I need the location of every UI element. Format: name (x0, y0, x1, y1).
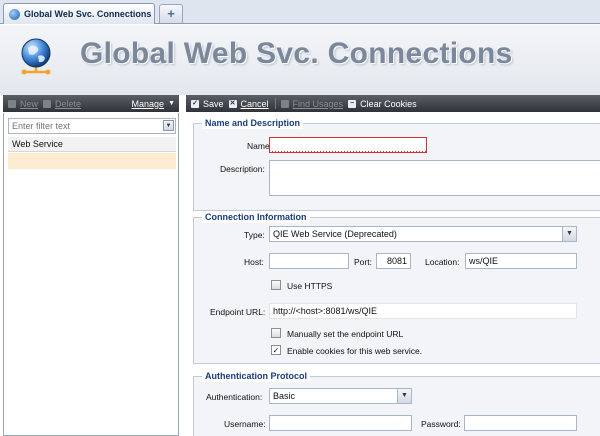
username-field[interactable] (269, 415, 412, 431)
password-field[interactable] (464, 415, 577, 431)
right-toolbar: ✓ Save ✕ Cancel Find Usages − Clear Cook… (186, 95, 600, 112)
new-button[interactable]: New (8, 99, 38, 109)
tab-strip: Global Web Svc. Connections + (0, 0, 600, 24)
tab-global-web-svc-connections[interactable]: Global Web Svc. Connections (3, 3, 155, 24)
delete-button-label: Delete (55, 98, 82, 109)
username-label: Username: (224, 419, 266, 429)
manage-button-label: Manage (131, 98, 165, 109)
name-field[interactable] (269, 137, 427, 153)
type-select-value: QIE Web Service (Deprecated) (273, 229, 397, 239)
host-label: Host: (244, 257, 264, 267)
minus-icon: − (348, 99, 357, 108)
fieldset-legend: Connection Information (202, 212, 310, 223)
enable-cookies-checkbox[interactable]: ✓ (271, 345, 281, 355)
endpoint-url-value: http://<host>:8081/ws/QIE (269, 303, 577, 319)
enable-cookies-label: Enable cookies for this web service. (287, 346, 423, 356)
manual-endpoint-checkbox[interactable] (271, 328, 281, 338)
save-button-label: Save (203, 98, 224, 109)
list-item[interactable] (8, 153, 176, 169)
description-field[interactable] (269, 160, 600, 196)
chevron-down-icon: ▼ (168, 100, 175, 107)
find-usages-label: Find Usages (292, 98, 344, 109)
description-label: Description: (220, 164, 265, 174)
cancel-button[interactable]: ✕ Cancel (228, 98, 269, 109)
x-icon: ✕ (228, 99, 237, 108)
location-label: Location: (425, 257, 460, 267)
connection-information-fieldset: Connection Information Type: QIE Web Ser… (193, 212, 600, 364)
delete-icon (43, 99, 52, 108)
password-label: Password: (421, 419, 461, 429)
add-icon (8, 99, 16, 108)
location-field[interactable]: ws/QIE (465, 253, 577, 269)
authentication-select-value: Basic (273, 391, 296, 401)
find-usages-button[interactable]: Find Usages (280, 98, 344, 109)
endpoint-url-label: Endpoint URL: (210, 307, 266, 317)
filter-input[interactable] (8, 118, 176, 134)
chevron-down-icon[interactable]: ▼ (562, 227, 576, 241)
chevron-down-icon[interactable]: ▼ (397, 389, 411, 403)
list-column-header: Web Service (8, 137, 176, 152)
page-title: Global Web Svc. Connections (80, 37, 513, 70)
use-https-label: Use HTTPS (287, 281, 333, 291)
filter-dropdown-trigger[interactable]: ▼ (163, 120, 174, 131)
toolbar-separator (274, 98, 276, 109)
host-field[interactable] (269, 253, 349, 269)
authentication-select[interactable]: Basic (269, 388, 412, 404)
authentication-label: Authentication: (206, 392, 263, 402)
manage-menu-button[interactable]: Manage ▼ (132, 99, 175, 109)
port-label: Port: (354, 257, 372, 267)
authentication-fieldset: Authentication Protocol Authentication: … (193, 371, 600, 436)
connection-editor-panel: Name and Description Name: Description: … (186, 113, 600, 436)
page-header: Global Web Svc. Connections (0, 25, 600, 95)
manual-endpoint-label: Manually set the endpoint URL (287, 329, 404, 339)
find-usages-icon (280, 99, 289, 108)
clear-cookies-label: Clear Cookies (360, 98, 417, 109)
left-toolbar: New Delete Manage ▼ (3, 95, 179, 112)
save-button[interactable]: ✓ Save (191, 99, 224, 109)
new-button-label: New (20, 98, 39, 109)
cancel-button-label: Cancel (240, 98, 269, 109)
use-https-checkbox[interactable] (271, 280, 281, 290)
tab-label: Global Web Svc. Connections (24, 9, 152, 19)
fieldset-legend: Authentication Protocol (202, 371, 310, 382)
fieldset-legend: Name and Description (202, 118, 304, 129)
add-tab-button[interactable]: + (159, 4, 183, 23)
network-globe-icon (21, 38, 51, 75)
clear-cookies-button[interactable]: − Clear Cookies (348, 99, 417, 109)
port-field[interactable]: 8081 (376, 253, 411, 269)
type-select[interactable]: QIE Web Service (Deprecated) (269, 226, 577, 242)
connection-list-panel: ▼ Web Service (3, 113, 179, 436)
type-label: Type: (244, 230, 265, 240)
name-description-fieldset: Name and Description Name: Description: (193, 118, 600, 211)
delete-button[interactable]: Delete (43, 99, 81, 109)
globe-icon (9, 8, 20, 20)
check-icon: ✓ (191, 99, 199, 108)
